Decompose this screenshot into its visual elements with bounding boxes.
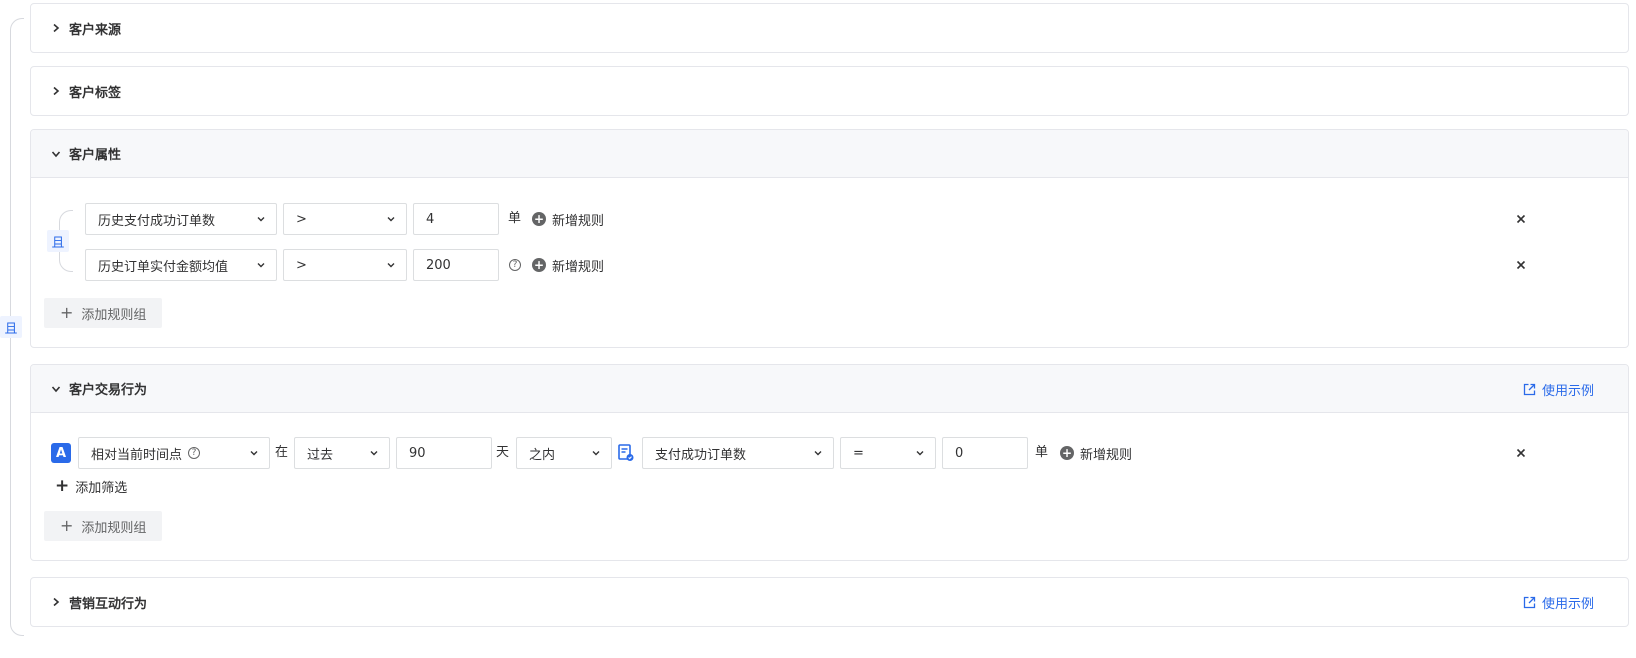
usage-example-link[interactable]: 使用示例: [1523, 578, 1594, 626]
operator-select-value: =: [853, 445, 864, 461]
remove-rule-icon[interactable]: [1514, 446, 1528, 460]
plus-icon: +: [60, 303, 74, 322]
panel-header-marketing-interaction[interactable]: 营销互动行为 使用示例: [31, 578, 1628, 626]
chevron-down-icon: [250, 451, 258, 456]
add-rule-button[interactable]: + 新增规则: [1060, 437, 1132, 469]
panel-marketing-interaction: 营销互动行为 使用示例: [30, 577, 1629, 627]
chevron-down-icon: [592, 451, 600, 456]
remove-rule-icon[interactable]: [1514, 212, 1528, 226]
help-icon[interactable]: ?: [509, 259, 521, 271]
chevron-down-icon: [49, 382, 63, 396]
operator-select-value: >: [296, 257, 307, 273]
field-select[interactable]: 历史订单实付金额均值: [85, 249, 277, 281]
add-rule-label: 新增规则: [1080, 447, 1133, 463]
metric-value: 支付成功订单数: [655, 447, 747, 463]
panel-customer-transaction: 客户交易行为 使用示例 A 相对当前时间点 ? 在 过去 90 天 之内 支付成…: [30, 364, 1629, 561]
range-value: 之内: [529, 447, 556, 463]
operator-select[interactable]: >: [283, 249, 407, 281]
add-filter-button[interactable]: + 添加筛选: [55, 476, 128, 497]
add-rule-group-button[interactable]: + 添加规则组: [44, 511, 163, 541]
panel-title: 营销互动行为: [69, 596, 148, 612]
add-rule-group-label: 添加规则组: [81, 307, 147, 323]
day-unit-label: 天: [496, 445, 510, 460]
add-rule-button[interactable]: + 新增规则: [532, 203, 604, 235]
rule-badge: A: [51, 443, 71, 463]
chevron-down-icon: [257, 217, 265, 222]
external-link-icon: [1523, 596, 1536, 608]
add-rule-label: 新增规则: [552, 259, 605, 275]
operator-select[interactable]: =: [840, 437, 936, 469]
external-link-icon: [1523, 383, 1536, 395]
field-select-value: 历史订单实付金额均值: [98, 259, 229, 275]
add-rule-group-label: 添加规则组: [81, 520, 147, 536]
panel-customer-attributes: 客户属性 且 历史支付成功订单数 > 4 单 + 新增规则 历史订单实付金额均值…: [30, 129, 1629, 348]
unit-label: 单: [1035, 445, 1049, 460]
add-rule-group-button[interactable]: + 添加规则组: [44, 298, 163, 328]
panel-header-customer-transaction[interactable]: 客户交易行为 使用示例: [31, 365, 1628, 413]
at-label: 在: [275, 445, 289, 460]
panel-title: 客户来源: [69, 22, 122, 38]
value-input[interactable]: 4: [413, 203, 499, 235]
chevron-down-icon: [257, 263, 265, 268]
metric-select[interactable]: 支付成功订单数: [642, 437, 834, 469]
panel-title: 客户交易行为: [69, 383, 148, 398]
panel-customer-source: 客户来源: [30, 3, 1629, 53]
panel-title: 客户属性: [69, 148, 122, 163]
plus-circle-icon: +: [532, 212, 546, 226]
remove-rule-icon[interactable]: [1514, 258, 1528, 272]
add-filter-label: 添加筛选: [75, 481, 128, 496]
range-select[interactable]: 之内: [516, 437, 612, 469]
chevron-right-icon: [49, 21, 63, 35]
chevron-down-icon: [916, 451, 924, 456]
add-rule-label: 新增规则: [552, 213, 605, 229]
panel-title: 客户标签: [69, 85, 122, 101]
chevron-down-icon: [387, 217, 395, 222]
group-and-toggle[interactable]: 且: [47, 230, 69, 252]
panel-customer-tags: 客户标签: [30, 66, 1629, 116]
chevron-right-icon: [49, 84, 63, 98]
operator-select[interactable]: >: [283, 203, 407, 235]
field-select-value: 历史支付成功订单数: [98, 213, 216, 229]
unit-label: 单: [508, 211, 522, 226]
usage-example-label: 使用示例: [1541, 383, 1594, 399]
value-input[interactable]: 0: [942, 437, 1028, 469]
plus-icon: +: [55, 476, 70, 496]
plus-circle-icon: +: [532, 258, 546, 272]
chevron-right-icon: [49, 595, 63, 609]
chevron-down-icon: [49, 147, 63, 161]
metric-icon: [618, 444, 634, 461]
add-rule-button[interactable]: + 新增规则: [532, 249, 604, 281]
outer-and-toggle[interactable]: 且: [0, 316, 22, 338]
field-select[interactable]: 历史支付成功订单数: [85, 203, 277, 235]
panel-header-customer-source[interactable]: 客户来源: [31, 4, 1628, 52]
plus-icon: +: [60, 516, 74, 535]
plus-circle-icon: +: [1060, 446, 1074, 460]
chevron-down-icon: [387, 263, 395, 268]
usage-example-link[interactable]: 使用示例: [1523, 365, 1594, 413]
panel-header-customer-tags[interactable]: 客户标签: [31, 67, 1628, 115]
period-select[interactable]: 过去: [294, 437, 390, 469]
time-reference-select[interactable]: 相对当前时间点 ?: [78, 437, 270, 469]
period-value: 过去: [307, 447, 334, 463]
help-icon[interactable]: ?: [188, 447, 201, 459]
usage-example-label: 使用示例: [1541, 596, 1594, 612]
value-input[interactable]: 200: [413, 249, 499, 281]
operator-select-value: >: [296, 211, 307, 227]
days-input[interactable]: 90: [396, 437, 492, 469]
time-reference-value: 相对当前时间点: [91, 447, 183, 463]
panel-header-customer-attributes[interactable]: 客户属性: [31, 130, 1628, 178]
chevron-down-icon: [370, 451, 378, 456]
chevron-down-icon: [814, 451, 822, 456]
